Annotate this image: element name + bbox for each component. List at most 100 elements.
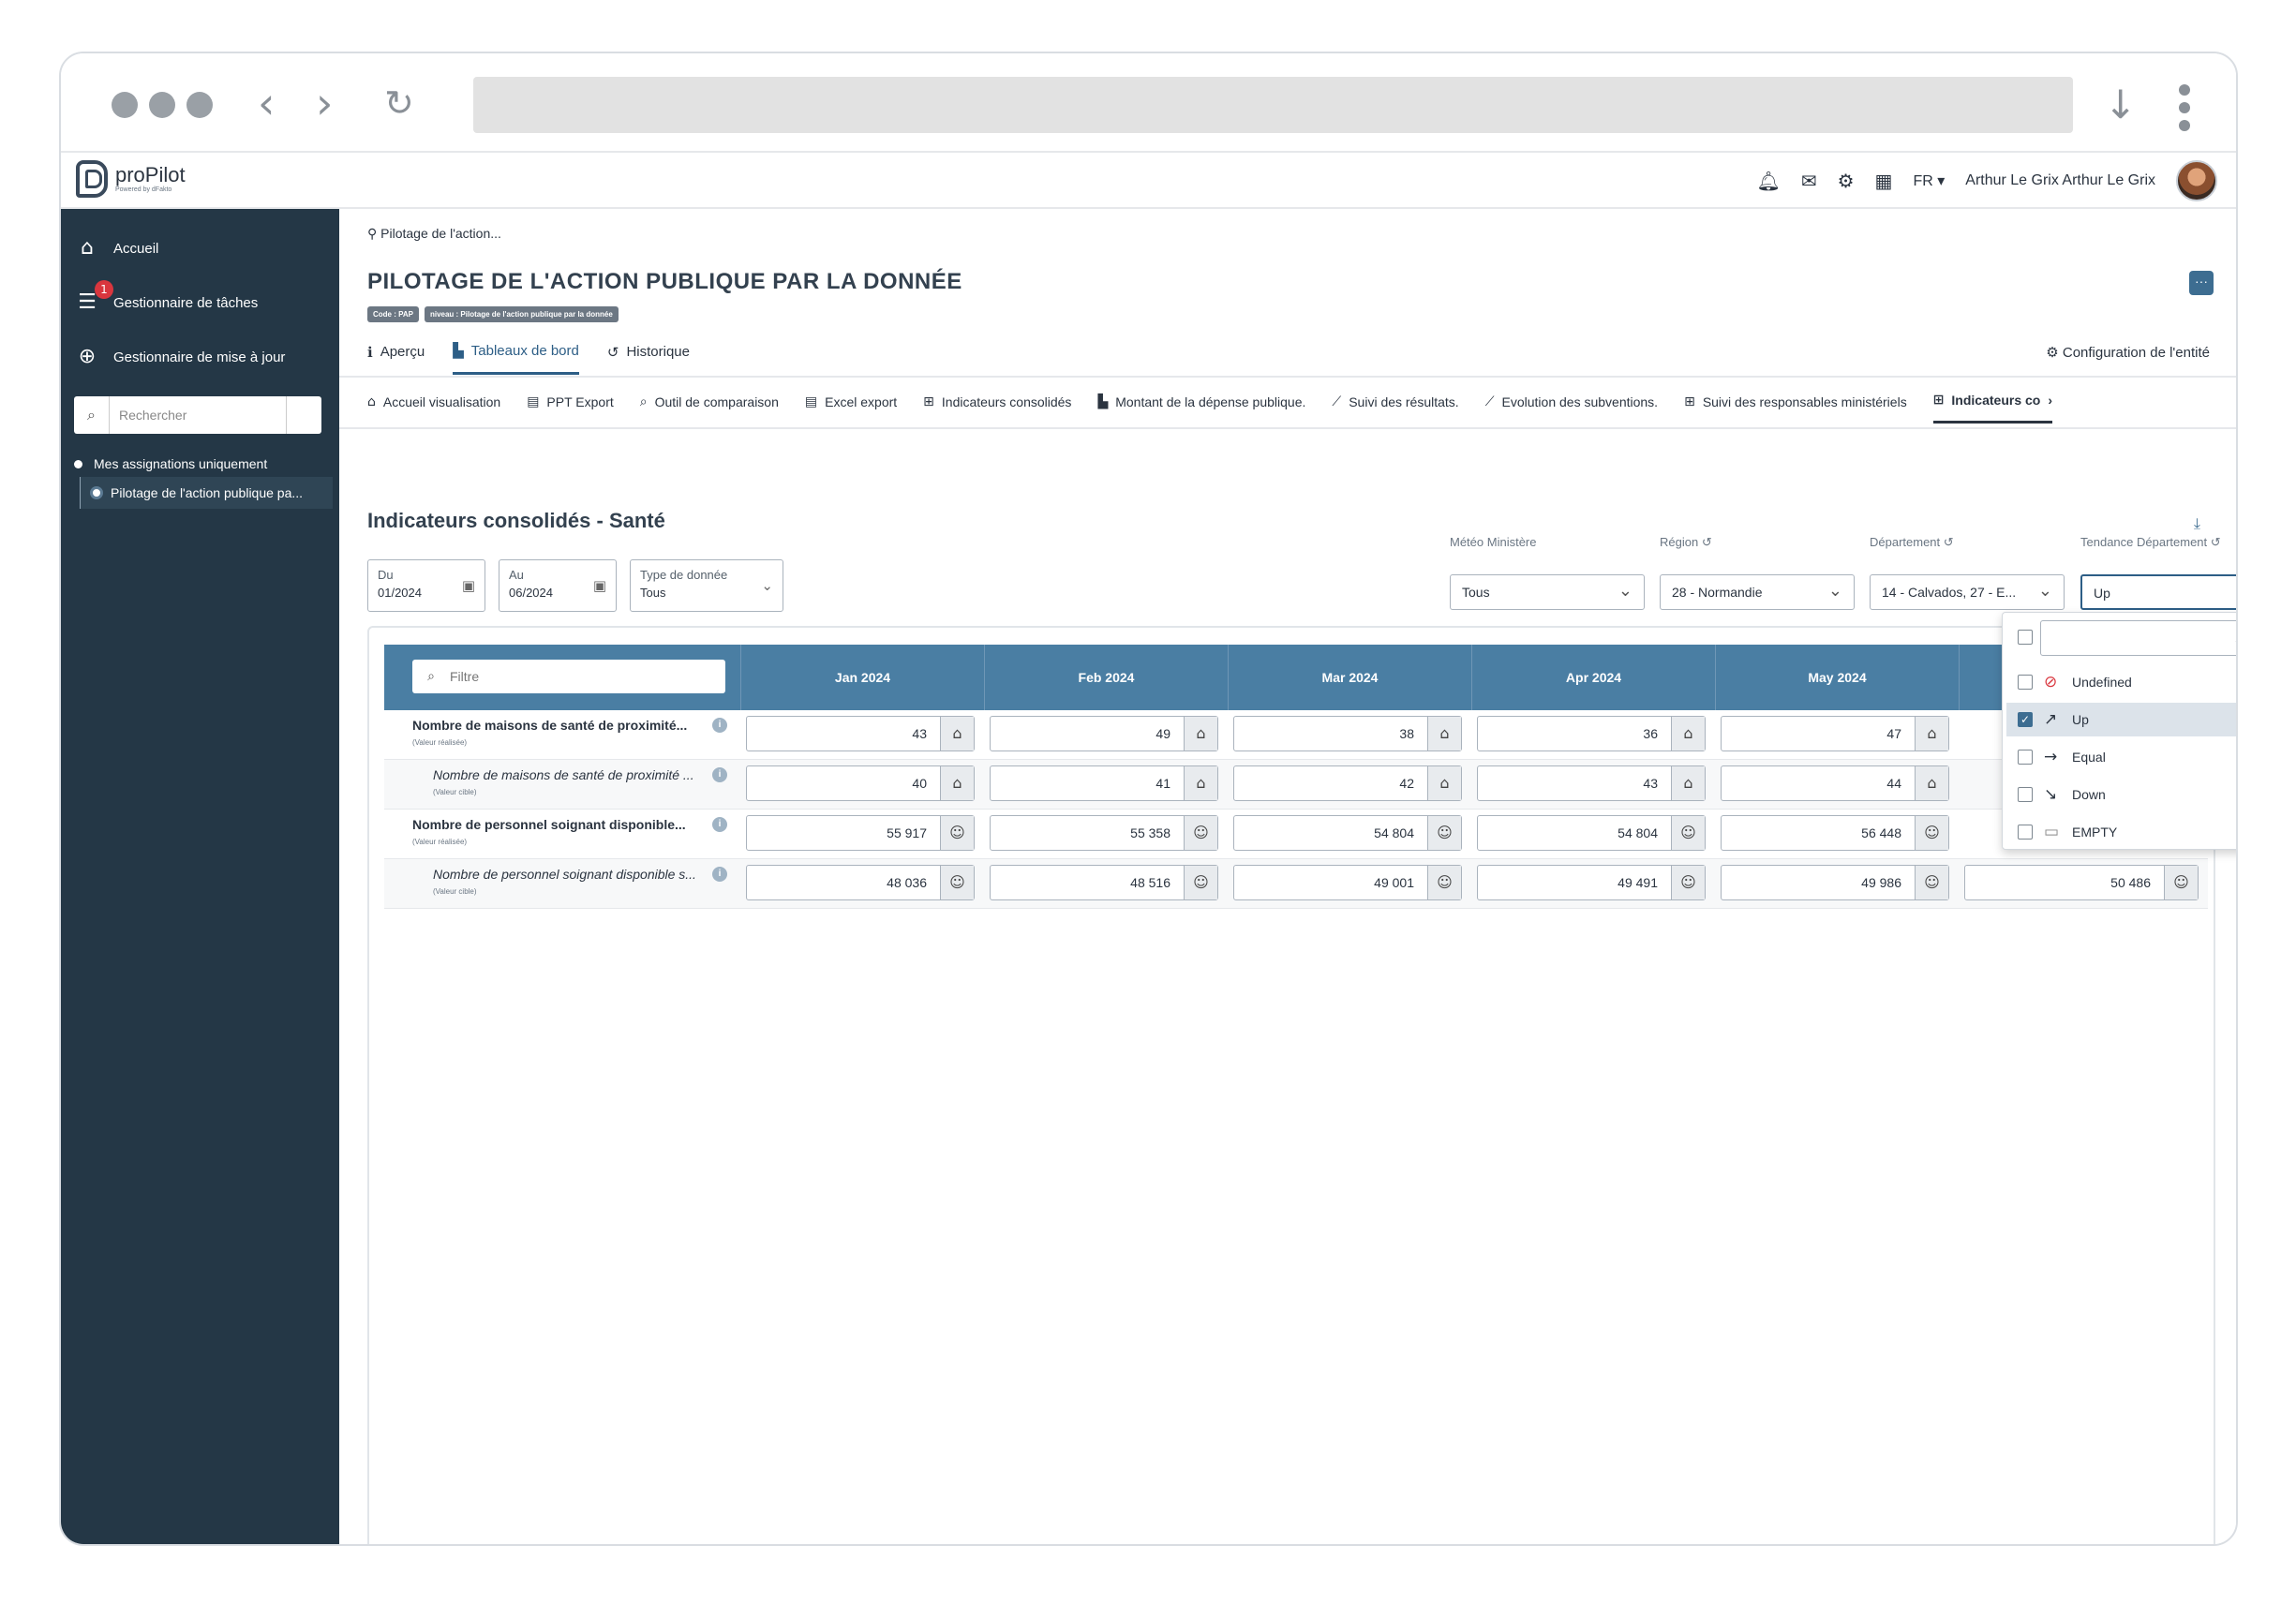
value-cell[interactable]: 42 ⌂ — [1233, 765, 1462, 801]
table-filter[interactable]: ⌕ Filtre — [412, 660, 725, 693]
value-cell[interactable]: 36 ⌂ — [1477, 716, 1706, 751]
data-type-select[interactable]: Type de donnée Tous ⌄ — [630, 559, 783, 612]
value-cell[interactable]: 49 986 ☺ — [1721, 865, 1949, 900]
tab-montant-depense[interactable]: ▙ Montant de la dépense publique. — [1097, 393, 1305, 424]
tendance-select[interactable]: Up⌄ — [2080, 574, 2236, 610]
person-icon[interactable]: ☺ — [1184, 866, 1217, 899]
option-empty[interactable]: ▭ EMPTY — [2006, 815, 2236, 849]
value-cell[interactable]: 49 ⌂ — [990, 716, 1218, 751]
person-icon[interactable]: ☺ — [1427, 866, 1461, 899]
option-checkbox[interactable] — [2018, 787, 2033, 802]
value-cell[interactable]: 40 ⌂ — [746, 765, 975, 801]
search-input[interactable]: Rechercher — [110, 408, 186, 423]
language-selector[interactable]: FR ▾ — [1913, 171, 1945, 190]
home-icon[interactable]: ⌂ — [940, 766, 974, 800]
value-cell[interactable]: 43 ⌂ — [746, 716, 975, 751]
info-icon[interactable]: i — [712, 718, 727, 733]
person-icon[interactable]: ☺ — [1427, 816, 1461, 850]
value-cell[interactable]: 50 486 ☺ — [1964, 865, 2199, 900]
tab-ppt-export[interactable]: ▤ PPT Export — [527, 393, 614, 424]
window-dot-icon[interactable] — [149, 92, 175, 118]
person-icon[interactable]: ☺ — [1915, 816, 1948, 850]
apps-grid-icon[interactable]: ▦ — [1875, 170, 1893, 192]
dropdown-search-input[interactable]: ⌕ — [2040, 620, 2236, 656]
value-cell[interactable]: 47 ⌂ — [1721, 716, 1949, 751]
search-button[interactable] — [286, 396, 321, 434]
person-icon[interactable]: ☺ — [1671, 866, 1705, 899]
tab-accueil-visualisation[interactable]: ⌂ Accueil visualisation — [367, 393, 500, 424]
option-down[interactable]: ↘ Down — [2006, 778, 2236, 811]
tab-suivi-resultats[interactable]: ⟋ Suivi des résultats. — [1332, 393, 1458, 424]
value-cell[interactable]: 54 804 ☺ — [1477, 815, 1706, 851]
value-cell[interactable]: 55 917 ☺ — [746, 815, 975, 851]
reset-icon[interactable]: ↺ — [1944, 535, 1954, 549]
person-icon[interactable]: ☺ — [940, 866, 974, 899]
back-icon[interactable]: ‹ — [258, 82, 275, 125]
tab-indicateurs-current[interactable]: ⊞ Indicateurs co › — [1932, 393, 2053, 424]
sidebar-item-accueil[interactable]: ⌂ Accueil — [74, 235, 158, 261]
option-checkbox[interactable] — [2018, 750, 2033, 765]
person-icon[interactable]: ☺ — [2164, 866, 2198, 899]
value-cell[interactable]: 54 804 ☺ — [1233, 815, 1462, 851]
reset-icon[interactable]: ↺ — [1702, 535, 1712, 549]
person-icon[interactable]: ☺ — [940, 816, 974, 850]
download-icon[interactable]: ⤓ — [2194, 514, 2200, 533]
more-button[interactable]: ··· — [2189, 271, 2214, 295]
tab-indicateurs-consolides[interactable]: ⊞ Indicateurs consolidés — [923, 393, 1071, 424]
value-cell[interactable]: 41 ⌂ — [990, 765, 1218, 801]
option-equal[interactable]: → Equal — [2006, 740, 2236, 774]
window-dot-icon[interactable] — [186, 92, 213, 118]
value-cell[interactable]: 49 001 ☺ — [1233, 865, 1462, 900]
avatar[interactable] — [2176, 160, 2217, 201]
reset-icon[interactable]: ↺ — [2211, 535, 2221, 549]
home-icon[interactable]: ⌂ — [940, 717, 974, 750]
logo[interactable]: proPilot Powered by dFakto — [76, 160, 186, 198]
home-icon[interactable]: ⌂ — [1427, 717, 1461, 750]
value-cell[interactable]: 44 ⌂ — [1721, 765, 1949, 801]
tab-historique[interactable]: ↺ Historique — [607, 342, 690, 375]
person-icon[interactable]: ☺ — [1915, 866, 1948, 899]
info-icon[interactable]: i — [712, 817, 727, 832]
home-icon[interactable]: ⌂ — [1671, 717, 1705, 750]
tab-excel-export[interactable]: ▤ Excel export — [805, 393, 897, 424]
info-icon[interactable]: i — [712, 767, 727, 782]
option-up[interactable]: ✓ ↗ Up — [2006, 703, 2236, 736]
option-checkbox[interactable] — [2018, 675, 2033, 690]
forward-icon[interactable]: › — [316, 82, 333, 125]
download-icon[interactable]: ↓ — [2104, 82, 2137, 127]
date-to-picker[interactable]: Au 06/2024 ▣ — [499, 559, 617, 612]
value-cell[interactable]: 55 358 ☺ — [990, 815, 1218, 851]
region-select[interactable]: 28 - Normandie ⌄ — [1660, 574, 1855, 610]
value-cell[interactable]: 38 ⌂ — [1233, 716, 1462, 751]
home-icon[interactable]: ⌂ — [1915, 717, 1948, 750]
chevron-right-icon[interactable]: › — [2048, 393, 2052, 408]
tab-apercu[interactable]: ℹ Aperçu — [367, 342, 425, 375]
option-undefined[interactable]: ⊘ Undefined — [2006, 665, 2236, 699]
reload-icon[interactable]: ↻ — [384, 82, 414, 125]
home-icon[interactable]: ⌂ — [1427, 766, 1461, 800]
option-checkbox[interactable] — [2018, 825, 2033, 840]
window-dot-icon[interactable] — [112, 92, 138, 118]
user-name[interactable]: Arthur Le Grix Arthur Le Grix — [1965, 172, 2155, 189]
breadcrumb[interactable]: ⚲ Pilotage de l'action... — [367, 226, 501, 242]
home-icon[interactable]: ⌂ — [1184, 717, 1217, 750]
home-icon[interactable]: ⌂ — [1184, 766, 1217, 800]
person-icon[interactable]: ☺ — [1184, 816, 1217, 850]
home-icon[interactable]: ⌂ — [1671, 766, 1705, 800]
option-checkbox[interactable]: ✓ — [2018, 712, 2033, 727]
value-cell[interactable]: 43 ⌂ — [1477, 765, 1706, 801]
value-cell[interactable]: 48 516 ☺ — [990, 865, 1218, 900]
person-icon[interactable]: ☺ — [1671, 816, 1705, 850]
select-all-checkbox[interactable] — [2018, 630, 2033, 645]
address-bar[interactable] — [473, 77, 2073, 133]
value-cell[interactable]: 49 491 ☺ — [1477, 865, 1706, 900]
departement-select[interactable]: 14 - Calvados, 27 - E... ⌄ — [1870, 574, 2065, 610]
tree-root[interactable]: Mes assignations uniquement — [74, 456, 267, 471]
config-link[interactable]: ⚙ Configuration de l'entité — [2046, 344, 2210, 361]
sidebar-search[interactable]: ⌕ Rechercher — [74, 396, 321, 434]
gear-icon[interactable]: ⚙ — [1838, 170, 1855, 192]
value-cell[interactable]: 56 448 ☺ — [1721, 815, 1949, 851]
browser-menu-icon[interactable] — [2179, 84, 2192, 138]
tab-evolution-subventions[interactable]: ⟋ Evolution des subventions. — [1485, 393, 1658, 424]
tree-item-pilotage[interactable]: Pilotage de l'action publique pa... — [80, 477, 333, 509]
